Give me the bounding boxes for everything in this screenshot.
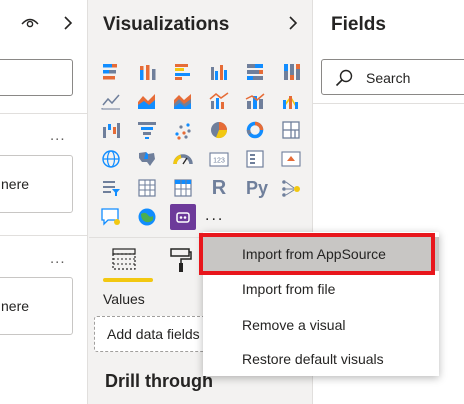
filter-card-label: nere — [1, 176, 30, 192]
filter-card-label: nere — [1, 298, 30, 314]
ribbon-chart-icon[interactable] — [278, 88, 304, 114]
menu-item-restore-default-visuals[interactable]: Restore default visuals — [203, 342, 439, 376]
funnel-icon[interactable] — [134, 117, 160, 143]
table-icon[interactable] — [134, 175, 160, 201]
line-clustered-column-icon[interactable] — [206, 88, 232, 114]
pane-title: Visualizations — [103, 14, 230, 35]
menu-item-import-from-file[interactable]: Import from file — [203, 272, 439, 306]
chevron-right-icon[interactable] — [285, 13, 301, 33]
slicer-icon[interactable] — [98, 175, 124, 201]
highlight-annotation — [199, 233, 435, 275]
values-label: Values — [103, 291, 145, 307]
pie-icon[interactable] — [206, 117, 232, 143]
area-chart-icon[interactable] — [134, 88, 160, 114]
scatter-icon[interactable] — [170, 117, 196, 143]
clustered-column-icon[interactable] — [206, 59, 232, 85]
line-stacked-column-icon[interactable] — [242, 88, 268, 114]
svg-text:123: 123 — [213, 158, 225, 165]
clustered-bar-icon[interactable] — [170, 59, 196, 85]
fields-tab-icon[interactable] — [111, 246, 137, 272]
drill-through-heading: Drill through — [105, 371, 213, 391]
100-stacked-bar-icon[interactable] — [242, 59, 268, 85]
kpi-icon[interactable] — [278, 146, 304, 172]
gauge-icon[interactable] — [170, 146, 196, 172]
donut-icon[interactable] — [242, 117, 268, 143]
menu-item-label: Import from file — [242, 281, 336, 297]
fields-search-input[interactable]: Search — [321, 59, 464, 95]
menu-item-remove-a-visual[interactable]: Remove a visual — [203, 308, 439, 342]
multirow-card-icon[interactable] — [242, 146, 268, 172]
card-icon[interactable]: 123 — [206, 146, 232, 172]
map-icon[interactable] — [98, 146, 124, 172]
100-stacked-column-icon[interactable] — [278, 59, 304, 85]
key-influencers-icon[interactable] — [278, 175, 304, 201]
menu-item-label: Remove a visual — [242, 317, 346, 333]
matrix-icon[interactable] — [170, 175, 196, 201]
r-visual-icon[interactable]: R — [206, 175, 232, 201]
more-options-button[interactable]: ... — [50, 251, 66, 266]
more-options-button[interactable]: ... — [50, 128, 66, 143]
pane-title: Fields — [331, 14, 386, 35]
search-icon — [335, 69, 353, 87]
treemap-icon[interactable] — [278, 117, 304, 143]
filter-card[interactable]: nere — [0, 277, 73, 335]
drop-zone-placeholder: Add data fields — [107, 326, 200, 342]
power-apps-icon[interactable] — [170, 204, 196, 230]
stacked-area-icon[interactable] — [170, 88, 196, 114]
stacked-column-icon[interactable] — [134, 59, 160, 85]
filled-map-icon[interactable] — [134, 146, 160, 172]
divider — [0, 235, 87, 236]
filters-search-input[interactable] — [0, 59, 73, 96]
r-visual-label: R — [211, 176, 227, 199]
arcgis-icon[interactable] — [134, 204, 160, 230]
python-visual-label: Py — [245, 177, 269, 198]
filter-card[interactable]: nere — [0, 155, 73, 213]
more-visuals-button[interactable]: ... — [205, 208, 224, 224]
waterfall-icon[interactable] — [98, 117, 124, 143]
python-visual-icon[interactable]: Py — [242, 175, 272, 201]
divider — [313, 103, 464, 104]
values-drop-zone[interactable]: Add data fields — [94, 316, 216, 352]
divider — [0, 113, 87, 114]
paint-roller-icon[interactable] — [169, 246, 193, 274]
chevron-right-icon[interactable] — [60, 13, 76, 33]
menu-item-label: Restore default visuals — [242, 351, 384, 367]
active-tab-indicator — [103, 278, 153, 282]
qa-icon[interactable] — [98, 204, 124, 230]
eye-icon[interactable] — [20, 14, 40, 32]
stacked-bar-icon[interactable] — [98, 59, 124, 85]
line-chart-icon[interactable] — [98, 88, 124, 114]
search-placeholder: Search — [366, 70, 411, 86]
filters-pane: ... nere ... nere — [0, 0, 88, 404]
